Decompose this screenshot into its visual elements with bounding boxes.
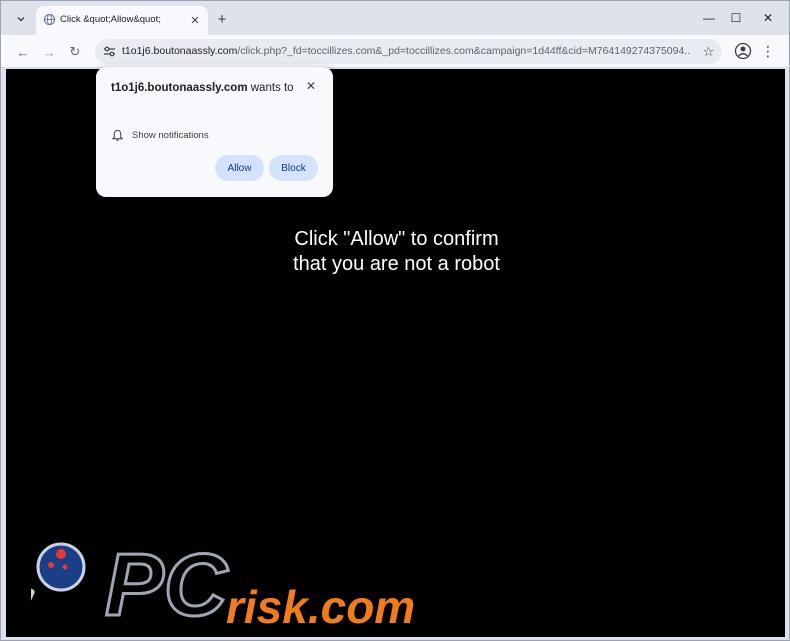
notification-permission-popup: t1o1j6.boutonaassly.com wants to ✕ Show …: [96, 67, 333, 197]
forward-button[interactable]: →: [38, 41, 60, 63]
chevron-down-icon: [17, 17, 25, 22]
tab-strip: Click &quot;Allow&quot; ✕ + — ☐ ✕: [1, 1, 789, 35]
active-tab[interactable]: Click &quot;Allow&quot; ✕: [36, 6, 208, 35]
permission-label: Show notifications: [132, 129, 209, 141]
pcrisk-watermark-logo: PC risk.com: [31, 537, 415, 636]
bookmark-star-icon[interactable]: ☆: [699, 42, 718, 61]
permission-row: Show notifications: [111, 127, 209, 143]
popup-close-icon[interactable]: ✕: [303, 78, 319, 94]
toolbar: ← → ↻ t1o1j6.boutonaassly.com/click.php?…: [1, 35, 789, 68]
tune-icon: [104, 46, 115, 57]
tab-search-button[interactable]: [11, 9, 31, 29]
close-window-button[interactable]: ✕: [758, 9, 778, 27]
address-bar[interactable]: t1o1j6.boutonaassly.com/click.php?_fd=to…: [95, 39, 722, 64]
tab-close-icon[interactable]: ✕: [187, 12, 203, 28]
new-tab-button[interactable]: +: [212, 9, 232, 29]
allow-button[interactable]: Allow: [215, 155, 264, 181]
block-button[interactable]: Block: [269, 155, 318, 181]
browser-menu-icon[interactable]: ⋮: [760, 42, 776, 60]
message-line-1: Click "Allow" to confirm: [294, 228, 499, 250]
browser-window: Click &quot;Allow&quot; ✕ + — ☐ ✕ ← → ↻ …: [0, 0, 790, 641]
minimize-button[interactable]: —: [699, 9, 719, 27]
url-domain: t1o1j6.boutonaassly.com: [122, 45, 238, 57]
popup-site: t1o1j6.boutonaassly.com: [111, 82, 248, 94]
popup-wants: wants to: [247, 82, 294, 94]
message-line-2: that you are not a robot: [293, 253, 500, 275]
tab-title: Click &quot;Allow&quot;: [60, 14, 161, 25]
site-info-button[interactable]: [101, 43, 118, 60]
maximize-button[interactable]: ☐: [726, 9, 746, 27]
back-button[interactable]: ←: [12, 41, 34, 63]
svg-text:PC: PC: [105, 537, 229, 634]
reload-button[interactable]: ↻: [64, 41, 86, 63]
watermark-text: risk.com: [226, 581, 415, 633]
bell-icon: [111, 129, 124, 141]
globe-icon: [43, 13, 56, 26]
url-text[interactable]: t1o1j6.boutonaassly.com/click.php?_fd=to…: [122, 45, 690, 57]
profile-icon[interactable]: [734, 42, 752, 60]
url-path: /click.php?_fd=toccillizes.com&_pd=tocci…: [237, 45, 690, 57]
popup-title: t1o1j6.boutonaassly.com wants to: [111, 80, 296, 97]
page-message: Click "Allow" to confirm that you are no…: [6, 227, 785, 277]
